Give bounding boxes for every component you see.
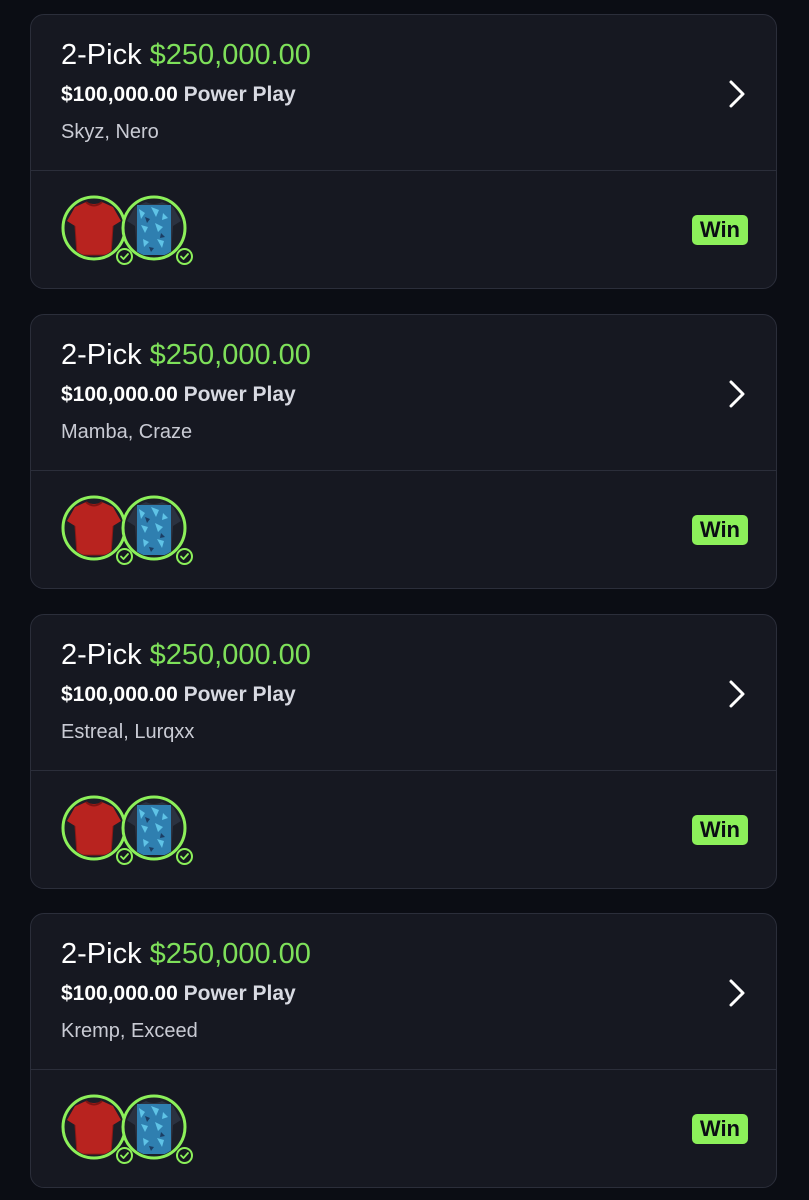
chevron-right-icon[interactable] (724, 677, 750, 711)
play-type: Power Play (183, 982, 296, 1005)
play-type: Power Play (183, 383, 296, 406)
blue-camo-jersey-icon (121, 495, 193, 565)
entry-subtitle: $100,000.00 Power Play (61, 982, 296, 1006)
chevron-right-icon[interactable] (724, 377, 750, 411)
blue-camo-jersey-icon (121, 795, 193, 865)
entry-amount: $100,000.00 (61, 683, 178, 706)
entries-feed: 2-Pick $250,000.00 $100,000.00 Power Pla… (0, 0, 809, 1200)
entry-card-picks: Win (31, 171, 776, 288)
play-type: Power Play (183, 83, 296, 106)
entry-card-picks: Win (31, 471, 776, 588)
red-jersey-icon (61, 495, 133, 565)
entry-card[interactable]: 2-Pick $250,000.00 $100,000.00 Power Pla… (30, 314, 777, 589)
play-type: Power Play (183, 683, 296, 706)
entry-amount: $100,000.00 (61, 383, 178, 406)
payout-amount: $250,000.00 (149, 938, 311, 970)
entry-card[interactable]: 2-Pick $250,000.00 $100,000.00 Power Pla… (30, 614, 777, 889)
entry-amount: $100,000.00 (61, 982, 178, 1005)
entry-card-header[interactable]: 2-Pick $250,000.00 $100,000.00 Power Pla… (31, 315, 776, 471)
entry-card-picks: Win (31, 1070, 776, 1187)
player-names: Skyz, Nero (61, 121, 159, 143)
pick-label: 2-Pick (61, 339, 142, 371)
pick-label: 2-Pick (61, 639, 142, 671)
payout-amount: $250,000.00 (149, 39, 311, 71)
entry-card-header[interactable]: 2-Pick $250,000.00 $100,000.00 Power Pla… (31, 914, 776, 1070)
chevron-right-icon[interactable] (724, 976, 750, 1010)
entry-title: 2-Pick $250,000.00 (61, 339, 311, 372)
entry-card-header[interactable]: 2-Pick $250,000.00 $100,000.00 Power Pla… (31, 615, 776, 771)
entry-title: 2-Pick $250,000.00 (61, 938, 311, 971)
payout-amount: $250,000.00 (149, 339, 311, 371)
chevron-right-icon[interactable] (724, 77, 750, 111)
pick-label: 2-Pick (61, 39, 142, 71)
red-jersey-icon (61, 795, 133, 865)
red-jersey-icon (61, 1094, 133, 1164)
entry-subtitle: $100,000.00 Power Play (61, 383, 296, 407)
entry-card-header[interactable]: 2-Pick $250,000.00 $100,000.00 Power Pla… (31, 15, 776, 171)
entry-card[interactable]: 2-Pick $250,000.00 $100,000.00 Power Pla… (30, 14, 777, 289)
red-jersey-icon (61, 195, 133, 265)
entry-subtitle: $100,000.00 Power Play (61, 683, 296, 707)
result-badge: Win (691, 215, 748, 245)
entry-subtitle: $100,000.00 Power Play (61, 83, 296, 107)
result-badge: Win (691, 815, 748, 845)
entry-title: 2-Pick $250,000.00 (61, 39, 311, 72)
entry-card[interactable]: 2-Pick $250,000.00 $100,000.00 Power Pla… (30, 913, 777, 1188)
check-circle-icon (176, 548, 193, 565)
entry-title: 2-Pick $250,000.00 (61, 639, 311, 672)
check-circle-icon (176, 248, 193, 265)
player-names: Estreal, Lurqxx (61, 721, 195, 743)
entry-amount: $100,000.00 (61, 83, 178, 106)
check-circle-icon (176, 1147, 193, 1164)
result-badge: Win (691, 515, 748, 545)
check-circle-icon (176, 848, 193, 865)
player-names: Mamba, Craze (61, 421, 193, 443)
payout-amount: $250,000.00 (149, 639, 311, 671)
result-badge: Win (691, 1114, 748, 1144)
player-names: Kremp, Exceed (61, 1020, 198, 1042)
blue-camo-jersey-icon (121, 1094, 193, 1164)
blue-camo-jersey-icon (121, 195, 193, 265)
pick-label: 2-Pick (61, 938, 142, 970)
entry-card-picks: Win (31, 771, 776, 888)
